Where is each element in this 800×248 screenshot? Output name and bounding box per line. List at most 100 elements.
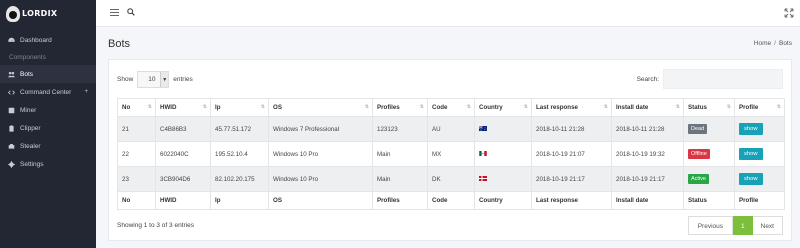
table-row: 23 3CB904D6 82.102.20.175 Windows 10 Pro… — [117, 166, 785, 192]
table-header-row: No ⇅ HWID ⇅ Ip ⇅ OS ⇅ Profiles ⇅ Code ⇅ Countr… — [117, 98, 785, 117]
column-header-status[interactable]: Status ⇅ — [683, 98, 735, 117]
cell-ip: 45.77.51.172 — [210, 116, 269, 142]
cell-no: 21 — [117, 116, 156, 142]
footer-header-ip: Ip — [210, 191, 269, 210]
footer-header-country: Country — [474, 191, 532, 210]
cell-last-response: 2018-10-11 21:28 — [531, 116, 612, 142]
hamburger-menu-icon[interactable] — [110, 9, 119, 17]
cell-hwid: 6022040C — [155, 141, 211, 167]
column-header-no[interactable]: No ⇅ — [117, 98, 156, 117]
table-row: 21 C4B86B3 45.77.51.172 Windows 7 Profes… — [117, 116, 785, 142]
column-header-code[interactable]: Code ⇅ — [427, 98, 475, 117]
status-badge: Offline — [688, 149, 710, 159]
pagination-previous[interactable]: Previous — [687, 216, 733, 235]
cell-code: MX — [427, 141, 475, 167]
table-search: Search: — [637, 69, 783, 89]
mexico-flag-icon — [479, 150, 487, 156]
search-icon[interactable] — [127, 8, 135, 18]
footer-header-install-date: Install date — [611, 191, 684, 210]
cell-last-response: 2018-10-19 21:07 — [531, 141, 612, 167]
cell-no: 23 — [117, 166, 156, 192]
cell-install-date: 2018-10-19 19:32 — [611, 141, 684, 167]
cell-os: Windows 7 Professional — [268, 116, 373, 142]
cell-code: DK — [427, 166, 475, 192]
bots-table-card: Show 10 ▼ entries Search: No ⇅ HWID ⇅ Ip ⇅ … — [108, 59, 792, 241]
footer-header-no: No — [117, 191, 156, 210]
sidebar-item-command-center[interactable]: Command Center + — [0, 83, 96, 101]
fullscreen-icon[interactable] — [784, 8, 794, 20]
australia-flag-icon — [479, 125, 487, 131]
pagination-page-1[interactable]: 1 — [733, 216, 753, 235]
breadcrumb-current: Bots — [778, 40, 792, 47]
cell-os: Windows 10 Pro — [268, 166, 373, 192]
cell-profiles: Main — [372, 141, 428, 167]
column-header-hwid[interactable]: HWID ⇅ — [155, 98, 211, 117]
sort-icon: ⇅ — [523, 104, 528, 110]
sort-icon: ⇅ — [419, 104, 424, 110]
column-header-install-date[interactable]: Install date ⇅ — [611, 98, 684, 117]
cell-profile: show — [734, 116, 785, 142]
column-header-last-response[interactable]: Last response ⇅ — [531, 98, 612, 117]
cell-os: Windows 10 Pro — [268, 141, 373, 167]
hood-logo-icon — [6, 5, 20, 22]
brand-logo[interactable]: LORDIX — [0, 0, 96, 27]
sort-icon: ⇅ — [202, 104, 207, 110]
cell-install-date: 2018-10-19 21:17 — [611, 166, 684, 192]
cell-profile: show — [734, 166, 785, 192]
column-header-profile[interactable]: Profile ⇅ — [734, 98, 785, 117]
show-button[interactable]: show — [739, 173, 763, 185]
column-header-ip[interactable]: Ip ⇅ — [210, 98, 269, 117]
cell-last-response: 2018-10-19 21:17 — [531, 166, 612, 192]
bots-table: No ⇅ HWID ⇅ Ip ⇅ OS ⇅ Profiles ⇅ Code ⇅ Countr… — [117, 98, 785, 210]
column-header-country[interactable]: Country ⇅ — [474, 98, 532, 117]
cell-status: Offline — [683, 141, 735, 167]
table-row: 22 6022040C 195.52.10.4 Windows 10 Pro M… — [117, 141, 785, 167]
sort-icon: ⇅ — [675, 104, 680, 110]
sidebar-item-stealer[interactable]: Stealer — [0, 137, 96, 155]
breadcrumb-home[interactable]: Home — [754, 40, 771, 47]
footer-header-last-response: Last response — [531, 191, 612, 210]
table-footer-row: No HWID Ip OS Profiles Code Country Last… — [117, 191, 785, 210]
footer-header-hwid: HWID — [155, 191, 211, 210]
cell-status: Dead — [683, 116, 735, 142]
sort-icon: ⇅ — [147, 104, 152, 110]
sidebar-item-dashboard[interactable]: Dashboard — [0, 31, 96, 49]
chevron-down-icon: ▼ — [160, 72, 169, 87]
search-input[interactable] — [663, 69, 783, 89]
show-button[interactable]: show — [739, 123, 763, 135]
cell-country — [474, 141, 532, 167]
cell-no: 22 — [117, 141, 156, 167]
cell-hwid: C4B86B3 — [155, 116, 211, 142]
sidebar-item-label: Command Center — [20, 88, 72, 96]
pagination-next[interactable]: Next — [752, 216, 783, 235]
column-header-profiles[interactable]: Profiles ⇅ — [372, 98, 428, 117]
cell-profiles: 123123 — [372, 116, 428, 142]
top-bar — [96, 0, 800, 27]
clipboard-icon — [7, 124, 15, 132]
cell-ip: 82.102.20.175 — [210, 166, 269, 192]
cell-profile: show — [734, 141, 785, 167]
column-header-os[interactable]: OS ⇅ — [268, 98, 373, 117]
sort-icon: ⇅ — [726, 104, 731, 110]
sidebar-item-miner[interactable]: Miner — [0, 101, 96, 119]
table-info: Showing 1 to 3 of 3 entries — [117, 222, 194, 229]
sort-icon: ⇅ — [603, 104, 608, 110]
cell-status: Active — [683, 166, 735, 192]
footer-header-code: Code — [427, 191, 475, 210]
code-icon — [7, 88, 15, 96]
show-label: Show — [117, 76, 134, 83]
cell-install-date: 2018-10-11 21:28 — [611, 116, 684, 142]
users-icon — [7, 70, 15, 78]
sidebar-item-settings[interactable]: Settings — [0, 155, 96, 173]
sort-icon: ⇅ — [364, 104, 369, 110]
show-button[interactable]: show — [739, 148, 763, 160]
sidebar-item-label: Miner — [20, 106, 37, 114]
entries-select[interactable]: 10 ▼ — [137, 71, 170, 88]
sidebar-item-label: Dashboard — [20, 36, 52, 44]
cell-code: AU — [427, 116, 475, 142]
footer-header-os: OS — [268, 191, 373, 210]
sidebar-item-clipper[interactable]: Clipper — [0, 119, 96, 137]
sort-icon: ⇅ — [466, 104, 471, 110]
sidebar-item-bots[interactable]: Bots — [0, 65, 96, 83]
expand-plus-icon[interactable]: + — [84, 89, 88, 95]
